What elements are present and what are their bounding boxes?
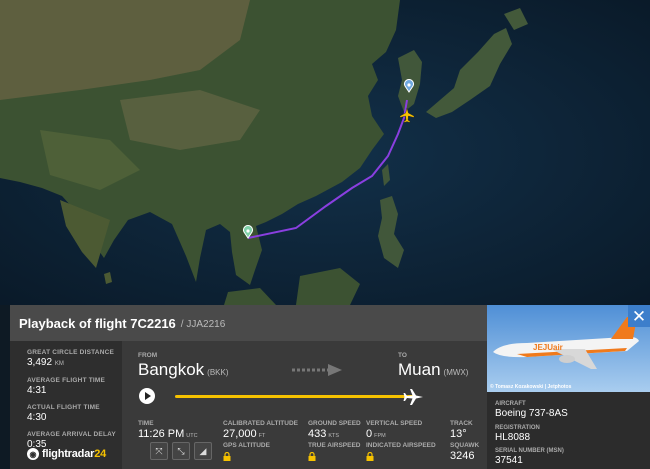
svg-text:JEJUair: JEJUair (533, 343, 563, 352)
route-icon[interactable]: ⤡ (172, 442, 190, 460)
actual-time-label: ACTUAL FLIGHT TIME (27, 404, 100, 411)
origin-city: Bangkok (BKK) (138, 360, 229, 379)
serial-label: SERIAL NUMBER (MSN) (495, 448, 564, 454)
route-arrow-icon (292, 364, 342, 376)
aircraft-photo[interactable]: JEJUair © Tomasz Kozakowski | Jetphotos … (487, 305, 650, 392)
flightradar-logo[interactable]: ◉ flightradar24 (27, 448, 106, 460)
indicated-airspeed-label: INDICATED AIRSPEED (366, 442, 436, 449)
calibrated-altitude-label: CALIBRATED ALTITUDE (223, 420, 298, 427)
gps-altitude-label: GPS ALTITUDE (223, 442, 270, 449)
panel-header: Playback of flight 7C2216 / JJA2216 (10, 305, 487, 341)
squawk-value: 3246 (450, 450, 475, 462)
play-button[interactable] (139, 388, 155, 404)
from-label: FROM (138, 352, 158, 359)
playback-panel: Playback of flight 7C2216 / JJA2216 GREA… (10, 305, 650, 469)
distance-value: 3,492 KM (27, 357, 64, 368)
ground-speed-label: GROUND SPEED (308, 420, 361, 427)
lock-icon[interactable] (223, 452, 231, 461)
route-section: FROM Bangkok (BKK) TO Muan (MWX) TIME 11:2… (122, 341, 487, 469)
aircraft-value: Boeing 737-8AS (495, 408, 568, 419)
aircraft-label: AIRCRAFT (495, 401, 526, 407)
playback-airplane-icon[interactable] (402, 386, 424, 408)
chart-icon[interactable]: ◢ (194, 442, 212, 460)
radar-icon: ◉ (27, 448, 39, 460)
map-view[interactable] (0, 0, 650, 305)
playback-progress-bar[interactable] (175, 395, 415, 398)
callsign: / JJA2216 (180, 318, 226, 330)
time-value: 11:26 PM UTC (138, 428, 198, 440)
time-label: TIME (138, 420, 154, 427)
registration-value: HL8088 (495, 432, 531, 443)
destination-city: Muan (MWX) (398, 360, 469, 379)
delay-label: AVERAGE ARRIVAL DELAY (27, 431, 116, 438)
page-title: Playback of flight 7C2216 (19, 315, 176, 331)
squawk-label: SQUAWK (450, 442, 480, 449)
lock-icon[interactable] (308, 452, 316, 461)
expand-icon[interactable]: ⤧ (150, 442, 168, 460)
ground-speed-value: 433 KTS (308, 428, 340, 440)
true-airspeed-label: TRUE AIRSPEED (308, 442, 361, 449)
vertical-speed-label: VERTICAL SPEED (366, 420, 423, 427)
to-label: TO (398, 352, 407, 359)
actual-time-value: 4:30 (27, 412, 47, 423)
serial-value: 37541 (495, 455, 523, 466)
calibrated-altitude-value: 27,000 FT (223, 428, 266, 440)
aircraft-panel: JEJUair © Tomasz Kozakowski | Jetphotos … (487, 305, 650, 469)
satellite-map (0, 0, 650, 305)
track-label: TRACK (450, 420, 473, 427)
flight-playback-screen: Playback of flight 7C2216 / JJA2216 GREA… (0, 0, 650, 469)
track-value: 13° (450, 428, 467, 440)
avg-time-label: AVERAGE FLIGHT TIME (27, 377, 106, 384)
vertical-speed-value: 0 FPM (366, 428, 386, 440)
registration-label: REGISTRATION (495, 425, 540, 431)
lock-icon[interactable] (366, 452, 374, 461)
close-icon[interactable]: ✕ (628, 305, 650, 327)
photo-credit: © Tomasz Kozakowski | Jetphotos (490, 384, 572, 390)
distance-label: GREAT CIRCLE DISTANCE (27, 349, 115, 356)
avg-time-value: 4:31 (27, 385, 47, 396)
